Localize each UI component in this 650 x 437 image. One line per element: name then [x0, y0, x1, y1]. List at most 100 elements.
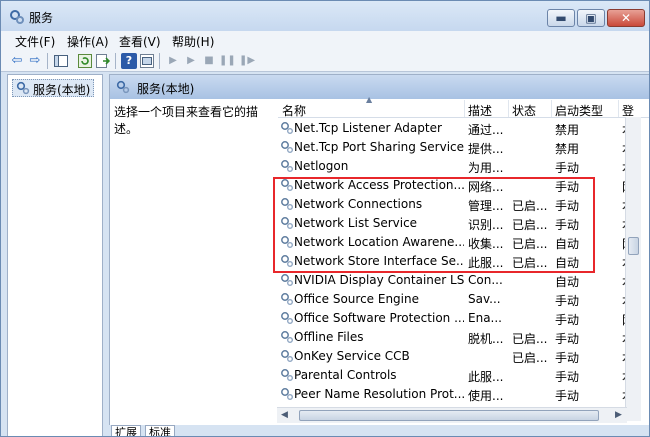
service-row[interactable]: OnKey Service CCB已启...手动本: [278, 347, 634, 366]
service-status: 已启...: [512, 332, 548, 346]
stop-service-icon[interactable]: ■: [201, 53, 217, 69]
services-window: 服务 ▬ ▣ ✕ 文件(F) 操作(A) 查看(V) 帮助(H) ⇦ ⇨ ? ▶…: [0, 0, 650, 437]
service-description: 使用...: [468, 389, 504, 403]
service-row[interactable]: Office Software Protection ...Ena...手动网: [278, 309, 634, 328]
service-name: NVIDIA Display Container LS: [294, 273, 464, 287]
window-title: 服务: [29, 11, 54, 25]
red-highlight-box: [273, 177, 595, 273]
service-description: 此服...: [468, 370, 504, 384]
column-headers: ▲ 名称 描述 状态 启动类型 登: [278, 95, 649, 119]
service-gear-icon: [281, 141, 293, 153]
service-name: Peer Name Resolution Prot...: [294, 387, 464, 401]
column-header-startup-type[interactable]: 启动类型: [555, 102, 603, 119]
service-name: Net.Tcp Port Sharing Service: [294, 140, 464, 154]
scroll-left-arrow-icon[interactable]: ◀: [281, 410, 288, 420]
tree-item-label: 服务(本地): [33, 83, 91, 97]
service-gear-icon: [281, 160, 293, 172]
service-description: 脱机...: [468, 332, 504, 346]
maximize-button[interactable]: ▣: [577, 9, 605, 27]
column-header-description[interactable]: 描述: [468, 102, 492, 119]
service-description: Con...: [468, 273, 503, 287]
service-name: Office Software Protection ...: [294, 311, 464, 325]
pause-service-icon[interactable]: ❚❚: [219, 53, 236, 69]
service-row[interactable]: Netlogon为用...手动本: [278, 157, 634, 176]
export-list-icon[interactable]: [95, 53, 111, 69]
service-gear-icon: [281, 312, 293, 324]
toolbar-separator: [47, 53, 48, 69]
vertical-scrollbar[interactable]: [625, 117, 641, 421]
service-startup-type: 手动: [555, 332, 580, 346]
service-description: Sav...: [468, 292, 501, 306]
horizontal-scroll-thumb[interactable]: [299, 410, 599, 421]
tree-item-services-local[interactable]: 服务(本地): [12, 79, 95, 97]
console-tree-icon[interactable]: [53, 53, 69, 69]
start-service-alt-icon[interactable]: ▶: [183, 53, 199, 69]
refresh-icon[interactable]: [77, 53, 93, 69]
column-divider[interactable]: [618, 100, 619, 117]
column-divider[interactable]: [508, 100, 509, 117]
service-startup-type: 手动: [555, 351, 580, 365]
service-gear-icon: [281, 274, 293, 286]
services-gear-icon: [16, 81, 30, 95]
close-button[interactable]: ✕: [607, 9, 645, 27]
service-row[interactable]: Net.Tcp Port Sharing Service提供...禁用本: [278, 138, 634, 157]
pane-header: 服务(本地): [110, 75, 649, 99]
services-gear-icon: [116, 80, 130, 94]
service-startup-type: 禁用: [555, 123, 580, 137]
service-row[interactable]: Peer Name Resolution Prot...使用...手动本: [278, 385, 634, 404]
service-name: Netlogon: [294, 159, 349, 173]
service-name: OnKey Service CCB: [294, 349, 410, 363]
service-startup-type: 禁用: [555, 142, 580, 156]
toolbar-separator: [115, 53, 116, 69]
service-startup-type: 手动: [555, 294, 580, 308]
service-name: Net.Tcp Listener Adapter: [294, 121, 442, 135]
service-row[interactable]: Office Source EngineSav...手动本: [278, 290, 634, 309]
service-startup-type: 手动: [555, 370, 580, 384]
service-name: Parental Controls: [294, 368, 397, 382]
column-divider[interactable]: [464, 100, 465, 117]
menu-file[interactable]: 文件(F): [15, 33, 55, 50]
description-text: 选择一个项目来查看它的描述。: [114, 105, 259, 136]
toolbar-separator: [159, 53, 160, 69]
service-row[interactable]: Net.Tcp Listener Adapter通过...禁用本: [278, 119, 634, 138]
menu-view[interactable]: 查看(V): [119, 33, 161, 50]
service-row[interactable]: NVIDIA Display Container LSCon...自动本: [278, 271, 634, 290]
service-gear-icon: [281, 293, 293, 305]
column-divider[interactable]: [551, 100, 552, 117]
service-name: Office Source Engine: [294, 292, 419, 306]
service-startup-type: 手动: [555, 313, 580, 327]
start-service-icon[interactable]: ▶: [165, 53, 181, 69]
service-gear-icon: [281, 122, 293, 134]
service-description: 为用...: [468, 161, 504, 175]
minimize-button[interactable]: ▬: [547, 9, 575, 27]
service-row[interactable]: Parental Controls此服...手动本: [278, 366, 634, 385]
service-startup-type: 手动: [555, 161, 580, 175]
column-header-status[interactable]: 状态: [512, 102, 536, 119]
help-icon[interactable]: ?: [121, 53, 137, 69]
vertical-scroll-thumb[interactable]: [628, 237, 639, 255]
service-startup-type: 自动: [555, 275, 580, 289]
service-description: Ena...: [468, 311, 502, 325]
back-arrow-icon[interactable]: ⇦: [9, 53, 25, 69]
service-gear-icon: [281, 369, 293, 381]
horizontal-scrollbar[interactable]: ◀ ▶: [277, 407, 627, 423]
menu-help[interactable]: 帮助(H): [172, 33, 214, 50]
menu-bar: 文件(F) 操作(A) 查看(V) 帮助(H): [1, 31, 649, 50]
service-gear-icon: [281, 331, 293, 343]
properties-icon[interactable]: [139, 53, 155, 69]
service-startup-type: 手动: [555, 389, 580, 403]
restart-service-icon[interactable]: ❚▶: [239, 53, 255, 69]
service-row[interactable]: Offline Files脱机...已启...手动本: [278, 328, 634, 347]
tab-standard[interactable]: 标准: [145, 425, 175, 436]
menu-action[interactable]: 操作(A): [67, 33, 109, 50]
tab-extended[interactable]: 扩展: [111, 425, 141, 436]
toolbar: ⇦ ⇨ ? ▶ ▶ ■ ❚❚ ❚▶: [1, 50, 649, 72]
console-tree-pane: 服务(本地): [7, 74, 103, 436]
view-tabs: 扩展 标准: [109, 425, 649, 436]
scroll-right-arrow-icon[interactable]: ▶: [615, 410, 622, 420]
service-description: 提供...: [468, 142, 504, 156]
column-header-name[interactable]: 名称: [282, 102, 306, 119]
sort-arrow-icon: ▲: [366, 95, 373, 104]
title-bar[interactable]: 服务 ▬ ▣ ✕: [1, 1, 649, 31]
forward-arrow-icon[interactable]: ⇨: [27, 53, 43, 69]
